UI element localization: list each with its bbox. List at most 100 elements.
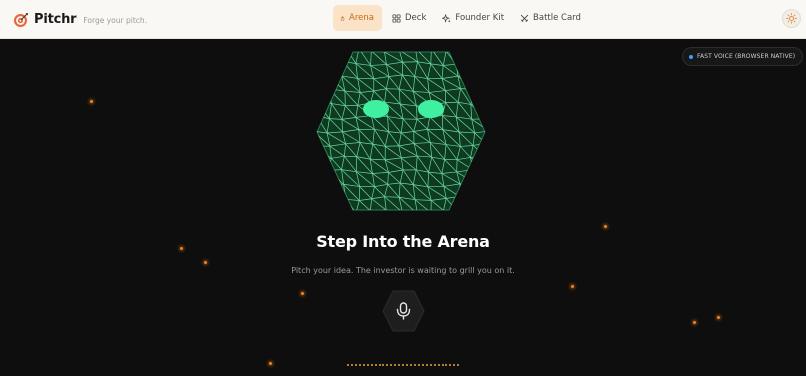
avatar-mesh-line xyxy=(474,89,485,93)
avatar-mesh-line xyxy=(471,52,485,63)
top-navbar: Pitchr Forge your pitch. Arena Deck Foun… xyxy=(0,0,806,39)
waveform-dot xyxy=(350,364,353,366)
avatar-mesh-line xyxy=(327,182,332,198)
avatar-mesh-line xyxy=(474,74,485,78)
waveform-dot xyxy=(417,364,420,366)
avatar-mesh-line xyxy=(431,50,446,51)
brand[interactable]: Pitchr Forge your pitch. xyxy=(13,0,147,39)
avatar-left-eye xyxy=(363,100,389,118)
avatar-mesh-line xyxy=(317,209,331,210)
avatar-mesh-line xyxy=(317,196,318,210)
avatar-mesh-line xyxy=(331,50,346,51)
sun-icon xyxy=(786,13,797,24)
avatar-mesh-line xyxy=(471,197,485,201)
tab-founder-kit[interactable]: Founder Kit xyxy=(434,5,512,31)
avatar-mesh-line xyxy=(356,211,370,212)
avatar-mesh-line xyxy=(456,61,471,65)
avatar-mesh-line xyxy=(459,52,472,53)
avatar-mesh-line xyxy=(486,131,487,143)
avatar-mesh-line xyxy=(330,61,343,63)
ember-particle xyxy=(90,100,93,103)
avatar-mesh-line xyxy=(457,74,475,77)
waveform-dot xyxy=(362,364,365,366)
microphone-icon xyxy=(382,290,425,332)
avatar-mesh-line xyxy=(431,210,443,212)
tab-deck[interactable]: Deck xyxy=(384,5,434,31)
waveform-dot xyxy=(437,364,440,366)
avatar-mesh-line xyxy=(473,89,485,107)
waveform-dot xyxy=(382,364,385,366)
avatar-mesh-line xyxy=(484,91,485,107)
tab-arena[interactable]: Arena xyxy=(333,5,382,31)
avatar-mesh-line xyxy=(317,74,328,78)
avatar-mesh-line xyxy=(330,196,346,200)
waveform-dot xyxy=(410,364,412,366)
tab-arena-label: Arena xyxy=(349,13,374,23)
ember-particle xyxy=(604,225,607,228)
ember-particle xyxy=(571,285,574,288)
avatar-mesh-line xyxy=(470,61,485,78)
target-icon xyxy=(14,12,28,27)
avatar-mesh-line xyxy=(459,182,475,185)
avatar-mesh-line xyxy=(317,52,332,53)
avatar-mesh-line xyxy=(484,185,485,201)
waveform-dot xyxy=(453,364,456,366)
tab-battle-card[interactable]: Battle Card xyxy=(512,5,589,31)
waveform-dot xyxy=(347,364,349,366)
waveform-dot xyxy=(370,364,373,366)
avatar-mesh-line xyxy=(470,52,473,62)
page-title: Step Into the Arena xyxy=(316,232,490,251)
avatar-mesh-line xyxy=(330,52,332,63)
page-subtitle: Pitch your idea. The investor is waiting… xyxy=(291,266,515,275)
avatar-mesh-line xyxy=(484,105,485,120)
avatar-mesh-line xyxy=(317,76,329,90)
avatar-mesh-line xyxy=(317,62,331,66)
avatar-mesh-line xyxy=(472,169,476,184)
avatar-mesh-line xyxy=(470,61,475,76)
avatar-mesh-line xyxy=(474,182,485,201)
avatar-mesh-line xyxy=(317,101,332,104)
brand-name: Pitchr xyxy=(34,12,77,27)
avatar-mesh-line xyxy=(315,89,316,102)
avatar-mesh-line xyxy=(359,50,371,51)
waveform-dot xyxy=(354,364,357,366)
waveform-dot xyxy=(406,364,409,366)
start-pitch-mic-button[interactable] xyxy=(382,290,425,332)
waveform-dot xyxy=(398,364,401,366)
voice-mode-badge: FAST VOICE (BROWSER NATIVE) xyxy=(682,47,804,66)
avatar-mesh-line xyxy=(317,52,331,63)
grid-icon xyxy=(392,13,401,23)
avatar-mesh-line xyxy=(317,196,331,210)
avatar-mesh-line xyxy=(317,172,328,184)
avatar-mesh-line xyxy=(456,210,470,212)
waveform-dot xyxy=(425,364,428,366)
waveform-dot xyxy=(366,364,369,366)
avatar-mesh-line xyxy=(484,52,485,63)
avatar-mesh-line xyxy=(317,169,329,174)
ember-particle xyxy=(693,321,696,324)
theme-toggle-button[interactable] xyxy=(782,9,801,28)
ember-particle xyxy=(301,292,304,295)
waveform-dot xyxy=(374,364,377,366)
avatar-mesh-line xyxy=(342,199,347,210)
avatar-mesh-line xyxy=(330,52,344,62)
waveform-dot xyxy=(445,364,448,366)
avatar-mesh-line xyxy=(317,182,328,186)
waveform-dot xyxy=(394,364,397,366)
brand-tagline: Forge your pitch. xyxy=(83,15,148,25)
avatar-mesh-line xyxy=(317,116,318,132)
avatar-mesh-line xyxy=(472,169,485,186)
avatar-mesh-line xyxy=(459,196,472,198)
waveform-dot xyxy=(429,364,432,366)
avatar-mesh-line xyxy=(328,88,332,104)
avatar-mesh-line xyxy=(317,159,318,173)
avatar-mesh-line xyxy=(459,183,473,198)
avatar-mesh-line xyxy=(470,197,473,210)
avatar-mesh-line xyxy=(317,64,318,78)
avatar-mesh-line xyxy=(484,199,485,210)
waveform-dot xyxy=(390,364,393,366)
waveform-dot xyxy=(449,364,452,366)
crossed-swords-icon xyxy=(520,14,529,22)
avatar-mesh-line xyxy=(473,74,485,93)
waveform-dot xyxy=(441,364,444,366)
